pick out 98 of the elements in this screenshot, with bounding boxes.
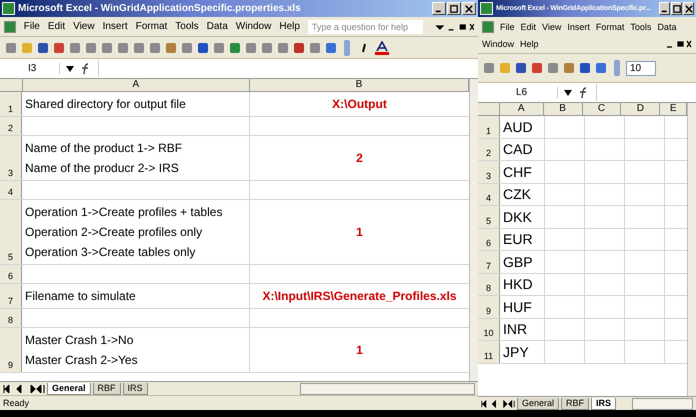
horizontal-scrollbar[interactable] (300, 382, 475, 394)
sheet-tab[interactable]: General (517, 398, 560, 410)
cell-text: EUR (503, 231, 534, 248)
cell-text: Operation 1->Create profiles + tables (25, 204, 224, 221)
menu-item[interactable]: View (542, 22, 562, 32)
sheet-navigation-icon[interactable] (3, 384, 45, 392)
menu-item[interactable]: Insert (102, 21, 128, 32)
menu-item[interactable]: Help (520, 39, 539, 49)
cell-value: 1 (356, 225, 363, 239)
menu-item[interactable]: Data (657, 22, 676, 32)
cell-text: Filename to simulate (25, 288, 137, 305)
dropdown-arrow-icon[interactable] (564, 90, 572, 96)
row-header[interactable]: 4 (478, 184, 500, 205)
workbook-window-controls-icon[interactable] (435, 22, 474, 32)
close-button[interactable] (462, 2, 476, 15)
cell-text: DKK (503, 208, 533, 225)
window-title: Microsoft Excel - WinGridApplicationSpecific.properties.xls (18, 3, 302, 14)
vertical-scrollbar[interactable] (687, 103, 696, 396)
cell-text: Master Crash 2->Yes (25, 352, 139, 369)
row-header[interactable]: 7 (478, 251, 500, 272)
font-color-icon[interactable] (374, 40, 390, 54)
cell-text: Operation 2->Create profiles only (25, 224, 204, 241)
maximize-button[interactable] (447, 2, 461, 15)
row-header[interactable]: 9 (0, 328, 22, 372)
row-header[interactable]: 2 (478, 138, 500, 160)
cell-text: JPY (503, 344, 530, 360)
menu-item[interactable]: Window (236, 21, 272, 32)
menu-item[interactable]: Format (596, 22, 624, 32)
cell-value: 2 (356, 151, 363, 165)
row-header[interactable]: 3 (478, 161, 500, 182)
menu-item[interactable]: Tools (175, 21, 199, 32)
toolbar-grip[interactable] (344, 40, 350, 56)
menu-item[interactable]: View (73, 21, 95, 32)
row-header[interactable]: 6 (478, 228, 500, 250)
close-button[interactable] (683, 2, 694, 15)
sheet-tab[interactable]: RBF (561, 398, 590, 410)
cell-text: HKD (503, 276, 534, 292)
row-header[interactable]: 8 (0, 309, 22, 327)
cell-value: X:\Output (332, 97, 387, 111)
vertical-scrollbar[interactable] (469, 79, 478, 381)
maximize-button[interactable] (671, 2, 682, 15)
cell-text: HUF (503, 298, 533, 315)
column-header[interactable]: C (582, 103, 622, 115)
cell-text: Operation 3->Create tables only (25, 244, 196, 261)
cell-text: AUD (503, 118, 534, 135)
row-header[interactable]: 1 (0, 92, 22, 116)
minimize-button[interactable] (432, 2, 446, 15)
sheet-tab[interactable]: IRS (591, 398, 616, 410)
help-search-field[interactable]: Type a question for help (308, 20, 424, 34)
menu-item[interactable]: Edit (520, 22, 536, 32)
row-header[interactable]: 6 (0, 265, 22, 283)
row-header[interactable]: 5 (478, 206, 500, 228)
font-size-field[interactable]: 10 (626, 60, 656, 76)
row-header[interactable]: 7 (0, 284, 22, 308)
menu-item[interactable]: Tools (630, 22, 652, 32)
menu-item[interactable]: Data (206, 21, 228, 32)
row-header[interactable]: 4 (0, 181, 22, 199)
row-header[interactable]: 11 (478, 341, 500, 362)
cell-text: Master Crash 1->No (25, 332, 134, 349)
cell-text: Name of the product 1-> RBF (25, 140, 184, 157)
toolbar-grip[interactable] (614, 60, 620, 76)
cell-text: Name of the producr 2-> IRS (25, 160, 180, 177)
sheet-navigation-icon[interactable] (481, 400, 515, 408)
sheet-tab[interactable]: RBF (92, 382, 121, 394)
cell-text: CHF (503, 164, 533, 180)
status-text: Ready (3, 398, 30, 408)
menu-item[interactable]: File (500, 22, 515, 32)
menu-item[interactable]: File (24, 21, 40, 32)
menu-item[interactable]: Window (482, 39, 514, 49)
cell-text: GBP (503, 254, 534, 270)
row-header[interactable]: 1 (478, 116, 500, 138)
cell-text: INR (503, 321, 528, 338)
row-header[interactable]: 3 (0, 136, 22, 180)
cell-text: CZK (503, 186, 532, 202)
sheet-tab[interactable]: General (47, 382, 91, 394)
horizontal-scrollbar[interactable] (632, 398, 693, 410)
sheet-tab[interactable]: IRS (122, 382, 148, 394)
row-header[interactable]: 9 (478, 296, 500, 318)
cell-value: X:\Input\IRS\Generate_Profiles.xls (262, 289, 457, 303)
name-box[interactable]: I3 (0, 63, 60, 74)
row-header[interactable]: 8 (478, 274, 500, 295)
row-header[interactable]: 2 (0, 117, 22, 135)
column-header[interactable]: D (621, 103, 660, 115)
cell-value: 1 (356, 343, 363, 357)
workbook-window-controls-icon[interactable] (666, 39, 692, 49)
row-header[interactable]: 10 (478, 318, 500, 340)
cell-text: CAD (503, 141, 534, 158)
menu-item[interactable]: Format (136, 21, 168, 32)
dropdown-arrow-icon[interactable] (66, 66, 74, 72)
cell-text: Shared directory for output file (25, 96, 187, 113)
minimize-button[interactable] (659, 2, 670, 15)
menu-item[interactable]: Edit (48, 21, 66, 32)
menu-item[interactable]: Insert (567, 22, 590, 32)
column-header[interactable]: A (500, 103, 544, 115)
column-header[interactable]: B (544, 103, 582, 115)
row-header[interactable]: 5 (0, 200, 22, 264)
column-header[interactable]: A (22, 79, 250, 91)
menu-item[interactable]: Help (279, 21, 300, 32)
